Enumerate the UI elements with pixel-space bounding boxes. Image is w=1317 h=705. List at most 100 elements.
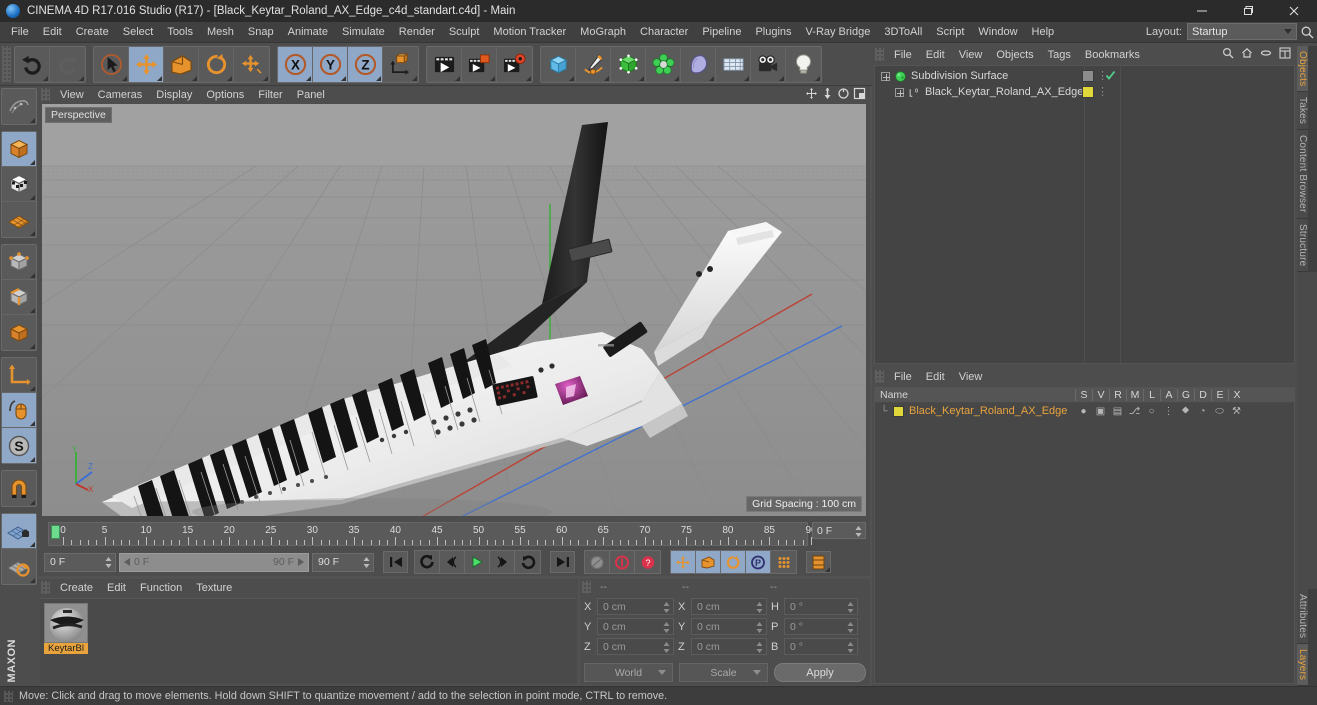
spinner-icon[interactable] [663, 602, 670, 613]
object-tag-swatch[interactable] [1082, 70, 1094, 82]
world-coordinate-button[interactable] [383, 46, 418, 82]
menu-item-objects[interactable]: Objects [989, 48, 1040, 62]
menu-item-cameras[interactable]: Cameras [91, 88, 150, 102]
menu-item-panel[interactable]: Panel [290, 88, 332, 102]
layer-cell-2[interactable]: ▤ [1109, 406, 1126, 417]
light-button[interactable] [786, 46, 821, 82]
workplane-mode-button[interactable] [2, 202, 36, 237]
render-region-button[interactable] [462, 46, 497, 82]
autokeying-button[interactable] [610, 551, 635, 573]
position-y-input[interactable]: 0 cm [597, 618, 674, 635]
menu-item-tags[interactable]: Tags [1041, 48, 1078, 62]
toolbar-grip[interactable] [2, 46, 11, 82]
menu-item-mograph[interactable]: MoGraph [573, 24, 633, 40]
model-mode-button[interactable] [2, 132, 36, 167]
menu-item-file[interactable]: File [887, 370, 919, 384]
maximize-button[interactable] [1225, 0, 1271, 22]
apply-button[interactable]: Apply [774, 663, 866, 682]
menu-item-texture[interactable]: Texture [189, 581, 239, 595]
menu-item-sculpt[interactable]: Sculpt [442, 24, 487, 40]
menu-item-pipeline[interactable]: Pipeline [695, 24, 748, 40]
layer-cell-5[interactable]: ⋮ [1160, 406, 1177, 417]
z-axis-button[interactable]: Z [348, 46, 383, 82]
size-x-input[interactable]: 0 cm [691, 598, 767, 615]
material-thumbnail[interactable] [44, 603, 88, 643]
rotate-view-icon[interactable] [837, 87, 850, 103]
menu-item-create[interactable]: Create [69, 24, 116, 40]
layer-grip[interactable] [875, 370, 884, 383]
tab-content-browser[interactable]: Content Browser [1297, 130, 1308, 219]
menu-item-help[interactable]: Help [1025, 24, 1062, 40]
spinner-icon[interactable] [756, 622, 763, 633]
menu-item-bookmarks[interactable]: Bookmarks [1078, 48, 1147, 62]
range-right-arrow-icon[interactable] [297, 558, 304, 566]
spinner-icon[interactable] [847, 642, 854, 653]
material-list[interactable]: KeytarBl [40, 598, 576, 683]
selection-filter-button[interactable]: S [2, 428, 36, 463]
go-to-end-button[interactable] [550, 551, 575, 573]
layer-cell-8[interactable]: ⬭ [1211, 406, 1228, 417]
layout-select[interactable]: Startup [1187, 23, 1297, 40]
live-selection-button[interactable] [94, 46, 129, 82]
camera-button[interactable] [751, 46, 786, 82]
planar-workplane-button[interactable] [2, 549, 36, 584]
menu-item-view[interactable]: View [53, 88, 91, 102]
collapse-icon[interactable] [1260, 47, 1272, 62]
menu-item-select[interactable]: Select [116, 24, 161, 40]
next-frame-button[interactable] [490, 551, 515, 573]
coordinates-grip[interactable] [582, 581, 591, 593]
material-item[interactable]: KeytarBl [44, 603, 88, 654]
spinner-icon[interactable] [847, 602, 854, 613]
viewport-3d-canvas[interactable]: Perspective Grid Spacing : 100 cm Y Z X [42, 104, 866, 516]
range-left-arrow-icon[interactable] [124, 558, 131, 566]
start-frame-field[interactable]: 0 F [44, 552, 116, 572]
spinner-icon[interactable] [756, 602, 763, 613]
layer-row[interactable]: └ Black_Keytar_Roland_AX_Edge ● ▣ ▤ ⎇ ○ ⋮ ⯁ ◔ ⬭ ⚒ [875, 403, 1294, 419]
previous-frame-button[interactable] [440, 551, 465, 573]
add-cube-button[interactable] [541, 46, 576, 82]
menu-item-animate[interactable]: Animate [281, 24, 335, 40]
spinner-icon[interactable] [363, 556, 370, 568]
dolly-view-icon[interactable] [821, 87, 834, 103]
menu-item-view[interactable]: View [952, 370, 990, 384]
menu-item-edit[interactable]: Edit [100, 581, 133, 595]
position-x-input[interactable]: 0 cm [597, 598, 674, 615]
timeline-layout-button[interactable] [806, 551, 831, 573]
menu-item-mesh[interactable]: Mesh [200, 24, 241, 40]
layout-icon[interactable] [1279, 47, 1291, 62]
undo-button[interactable] [15, 46, 50, 82]
current-frame-field[interactable]: 0 F [812, 522, 866, 539]
rotation-b-input[interactable]: 0 ° [784, 638, 858, 655]
tab-layers[interactable]: Layers [1297, 643, 1308, 686]
menu-item-file[interactable]: File [4, 24, 36, 40]
record-active-objects-button[interactable] [585, 551, 610, 573]
layer-cell-9[interactable]: ⚒ [1228, 406, 1245, 417]
menu-item-window[interactable]: Window [971, 24, 1024, 40]
layer-table[interactable]: Name S V R M L A G D E X └ Black_Keytar_Roland_AX_E… [874, 387, 1295, 684]
layer-cell-7[interactable]: ◔ [1194, 406, 1211, 417]
menu-item-file[interactable]: File [887, 48, 919, 62]
viewport-solo-button[interactable] [2, 393, 36, 428]
tab-structure[interactable]: Structure [1297, 218, 1308, 273]
layer-cell-1[interactable]: ▣ [1092, 406, 1109, 417]
menu-item-filter[interactable]: Filter [251, 88, 289, 102]
tab-attributes[interactable]: Attributes [1297, 588, 1308, 644]
pan-view-icon[interactable] [805, 87, 818, 103]
close-button[interactable] [1271, 0, 1317, 22]
size-z-input[interactable]: 0 cm [691, 638, 767, 655]
position-z-input[interactable]: 0 cm [597, 638, 674, 655]
menu-item-display[interactable]: Display [149, 88, 199, 102]
search-icon[interactable] [1222, 47, 1234, 62]
point-mode-button[interactable] [2, 245, 36, 280]
layer-color-swatch[interactable] [893, 405, 904, 417]
spinner-icon[interactable] [756, 642, 763, 653]
position-key-button[interactable] [671, 551, 696, 573]
expand-toggle-icon[interactable] [895, 87, 904, 97]
material-grip[interactable] [41, 581, 50, 594]
scale-button[interactable] [164, 46, 199, 82]
play-forward-button[interactable] [465, 551, 490, 573]
object-tag-swatch[interactable] [1082, 86, 1094, 98]
timeline-range-bar[interactable]: 0 F 90 F [119, 552, 309, 572]
object-grip[interactable] [875, 48, 884, 61]
menu-item-character[interactable]: Character [633, 24, 695, 40]
